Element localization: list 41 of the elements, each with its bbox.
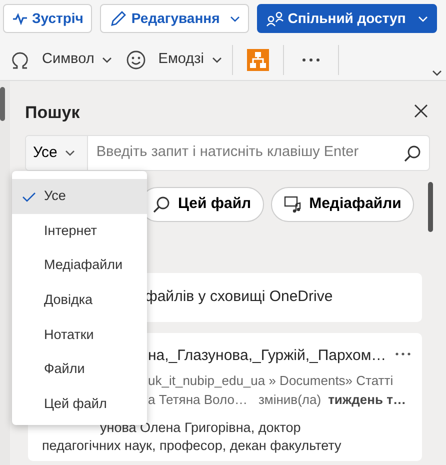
editing-button[interactable]: Редагування [100,4,249,33]
media-filter-chip[interactable]: Медіафайли [271,187,414,222]
chevron-icon [418,16,428,22]
more-icon [302,58,320,62]
chevron-icon [432,70,442,76]
scrollbar-thumb[interactable] [0,87,5,121]
people-icon [266,10,284,26]
expand-ribbon-button[interactable] [430,68,444,78]
search-icon [404,144,421,162]
result-author: а Тетяна Воло… [148,390,248,408]
panel-title: Пошук [25,102,80,124]
meeting-button[interactable]: Зустріч [3,4,92,33]
result-date: тиждень т… [328,390,406,408]
close-button[interactable] [412,102,430,120]
omega-icon [10,50,30,70]
check-icon [22,192,36,202]
share-button[interactable]: Спільний доступ [256,4,437,33]
result-snippet: педагогічних наук, професор, декан факультету [42,436,342,454]
diagram-icon [247,49,270,71]
chevron-icon [230,16,240,22]
result-text: файлів у сховищі OneDrive [145,287,333,308]
scrollbar-thumb[interactable] [428,182,433,232]
pulse-icon [12,12,28,26]
smiley-icon [126,50,146,70]
result-path: uk_it_nubip_edu_ua » Documents» Статті [148,372,394,390]
media-icon [284,196,302,213]
chevron-icon [65,150,76,156]
chevron-icon [212,57,222,63]
result-action: змінив(ла) [258,390,322,408]
scope-dropdown[interactable]: Усе [26,136,88,170]
emoji-button[interactable]: Емодзі [122,49,226,71]
symbol-button[interactable]: Символ [6,49,116,71]
search-icon [153,196,170,213]
result-title: на,_Глазунова,_Гуржій,_Пархом… [148,346,386,366]
result-snippet: унова Олена Григорівна, доктор [100,418,301,436]
scope-menu-item[interactable]: Усе [12,179,147,214]
chevron-icon [102,57,112,63]
search-field[interactable]: Усе Введіть запит і натисніть клавішу Enter [25,135,430,171]
close-icon [414,104,428,118]
more-icon [395,352,411,356]
pencil-icon [109,10,128,27]
